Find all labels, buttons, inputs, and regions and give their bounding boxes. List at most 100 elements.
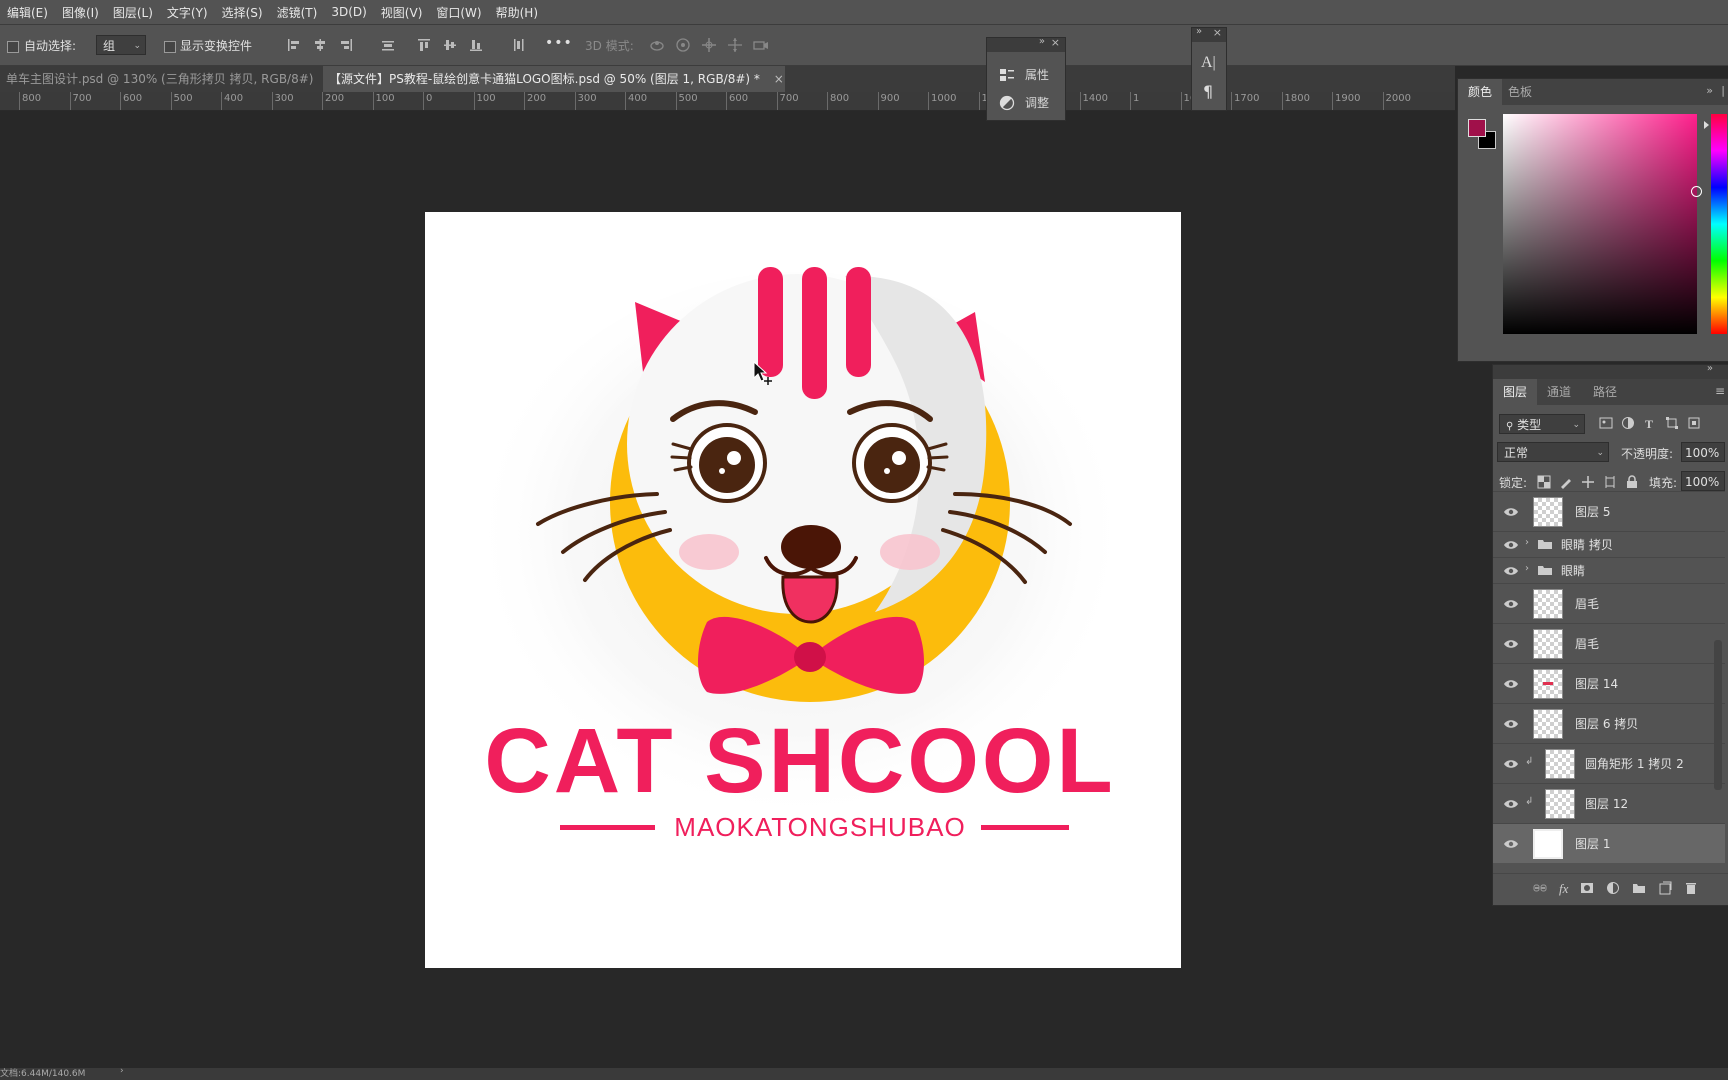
menu-item[interactable]: 图层(L) <box>106 4 160 21</box>
panel-menu-icon[interactable]: | <box>1721 84 1725 97</box>
align-top-icon[interactable] <box>415 36 433 54</box>
tab-swatches[interactable]: 色板 <box>1508 79 1532 105</box>
menu-item[interactable]: 3D(D) <box>324 5 373 19</box>
layer-row[interactable]: ↲ 图层 12 <box>1493 783 1725 823</box>
paragraph-icon[interactable]: ¶ <box>1203 82 1213 101</box>
more-options-button[interactable]: ••• <box>545 35 573 51</box>
tab-paths[interactable]: 路径 <box>1593 379 1617 405</box>
menu-item[interactable]: 滤镜(T) <box>270 4 325 21</box>
new-group-icon[interactable] <box>1632 881 1646 895</box>
distribute-icon[interactable] <box>379 36 397 54</box>
lock-transparent-icon[interactable] <box>1537 475 1551 489</box>
close-icon[interactable]: × <box>774 66 784 92</box>
blend-mode-dropdown[interactable]: 正常 ⌄ <box>1497 442 1609 462</box>
color-picker-field[interactable] <box>1503 114 1702 334</box>
filter-smart-object-icon[interactable] <box>1687 416 1701 430</box>
visibility-eye-icon[interactable] <box>1503 676 1519 692</box>
layer-group-row[interactable]: › 眼睛 拷贝 <box>1493 531 1725 557</box>
collapse-icon[interactable]: » <box>1039 36 1045 47</box>
panel-menu-icon[interactable]: ≡ <box>1715 384 1725 398</box>
add-mask-icon[interactable] <box>1580 881 1594 895</box>
fg-bg-swatches[interactable] <box>1468 119 1496 149</box>
panel-item-properties[interactable]: 属性 <box>999 66 1049 83</box>
visibility-eye-icon[interactable] <box>1503 716 1519 732</box>
distribute-vertical-icon[interactable] <box>509 36 527 54</box>
color-picker-cursor[interactable] <box>1691 186 1702 197</box>
visibility-eye-icon[interactable] <box>1503 756 1519 772</box>
menu-item[interactable]: 图像(I) <box>55 4 106 21</box>
layer-row[interactable]: 眉毛 <box>1493 623 1725 663</box>
lock-all-icon[interactable] <box>1625 475 1639 489</box>
close-icon[interactable]: × <box>1051 36 1060 49</box>
menu-item[interactable]: 视图(V) <box>374 4 430 21</box>
hue-slider[interactable] <box>1711 114 1727 334</box>
layers-scrollbar[interactable] <box>1714 640 1722 790</box>
foreground-color-swatch[interactable] <box>1468 119 1486 137</box>
filter-pixel-icon[interactable] <box>1599 416 1613 430</box>
lock-artboard-icon[interactable] <box>1603 475 1617 489</box>
show-transform-checkbox[interactable] <box>164 39 176 53</box>
menu-item[interactable]: 文字(Y) <box>160 4 215 21</box>
chevron-right-icon[interactable]: › <box>1525 563 1529 574</box>
auto-select-dropdown[interactable]: 组 ⌄ <box>96 35 146 55</box>
layer-row[interactable]: ↲ 圆角矩形 1 拷贝 2 <box>1493 743 1725 783</box>
filter-type-icon[interactable]: T <box>1643 416 1657 430</box>
filter-shape-icon[interactable] <box>1665 416 1679 430</box>
align-bottom-icon[interactable] <box>467 36 485 54</box>
align-hcenter-icon[interactable] <box>311 36 329 54</box>
visibility-eye-icon[interactable] <box>1503 504 1519 520</box>
align-right-icon[interactable] <box>337 36 355 54</box>
tab-color[interactable]: 颜色 <box>1458 79 1502 105</box>
menu-item[interactable]: 帮助(H) <box>489 4 545 21</box>
collapse-icon[interactable]: » <box>1196 26 1202 37</box>
visibility-eye-icon[interactable] <box>1503 596 1519 612</box>
tab-document-1[interactable]: 单车主图设计.psd @ 130% (三角形拷贝 拷贝, RGB/8#) × <box>0 66 337 92</box>
align-vcenter-icon[interactable] <box>441 36 459 54</box>
3d-orbit-icon[interactable] <box>648 36 666 54</box>
layer-row[interactable]: 眉毛 <box>1493 583 1725 623</box>
fill-field[interactable]: 100% <box>1681 471 1725 491</box>
panel-item-adjustments[interactable]: 调整 <box>999 94 1049 111</box>
horizontal-ruler[interactable]: 800 700 600 500 400 300 200 100 0 100 200 300 400 500… <box>0 92 1455 111</box>
menu-item[interactable]: 窗口(W) <box>429 4 488 21</box>
lock-pixels-icon[interactable] <box>1559 475 1573 489</box>
visibility-eye-icon[interactable] <box>1503 796 1519 812</box>
delete-layer-icon[interactable] <box>1684 881 1698 895</box>
filter-adjustment-icon[interactable] <box>1621 416 1635 430</box>
layer-group-row[interactable]: › 眼睛 <box>1493 557 1725 583</box>
layer-row[interactable]: 图层 6 拷贝 <box>1493 703 1725 743</box>
menu-item[interactable]: 编辑(E) <box>0 4 55 21</box>
chevron-right-icon[interactable]: › <box>1525 537 1529 548</box>
panel-collapse-icon[interactable]: » <box>1706 84 1713 97</box>
new-adjustment-layer-icon[interactable] <box>1606 881 1620 895</box>
layer-row[interactable]: 图层 14 <box>1493 663 1725 703</box>
3d-roll-icon[interactable] <box>674 36 692 54</box>
3d-camera-icon[interactable] <box>752 36 770 54</box>
visibility-eye-icon[interactable] <box>1503 836 1519 852</box>
collapse-icon[interactable]: » <box>1707 363 1713 374</box>
visibility-eye-icon[interactable] <box>1503 636 1519 652</box>
visibility-eye-icon[interactable] <box>1503 563 1519 579</box>
link-layers-icon[interactable] <box>1533 881 1547 895</box>
tab-channels[interactable]: 通道 <box>1547 379 1571 405</box>
tab-document-2[interactable]: 【源文件】PS教程-鼠绘创意卡通猫LOGO图标.psd @ 50% (图层 1,… <box>323 66 785 92</box>
tab-layers[interactable]: 图层 <box>1493 379 1537 405</box>
layer-filter-dropdown[interactable]: ⚲ 类型 ⌄ <box>1499 414 1585 434</box>
status-arrow-icon[interactable]: › <box>120 1066 124 1076</box>
new-layer-icon[interactable] <box>1658 881 1672 895</box>
layer-row-selected[interactable]: 图层 1 <box>1493 823 1725 863</box>
align-left-icon[interactable] <box>285 36 303 54</box>
layer-style-fx-icon[interactable]: fx <box>1559 881 1568 897</box>
hue-slider-handle[interactable] <box>1704 121 1709 129</box>
3d-slide-icon[interactable] <box>726 36 744 54</box>
auto-select-checkbox[interactable] <box>7 39 19 53</box>
visibility-eye-icon[interactable] <box>1503 537 1519 553</box>
opacity-field[interactable]: 100% <box>1681 442 1725 462</box>
menu-item[interactable]: 选择(S) <box>215 4 270 21</box>
close-icon[interactable]: × <box>1213 26 1222 39</box>
layer-row[interactable]: 图层 5 <box>1493 491 1725 531</box>
document-canvas[interactable]: CAT SHCOOL MAOKATONGSHUBAO <box>425 212 1181 968</box>
3d-pan-icon[interactable] <box>700 36 718 54</box>
character-icon[interactable]: A| <box>1201 54 1216 72</box>
lock-position-icon[interactable] <box>1581 475 1595 489</box>
